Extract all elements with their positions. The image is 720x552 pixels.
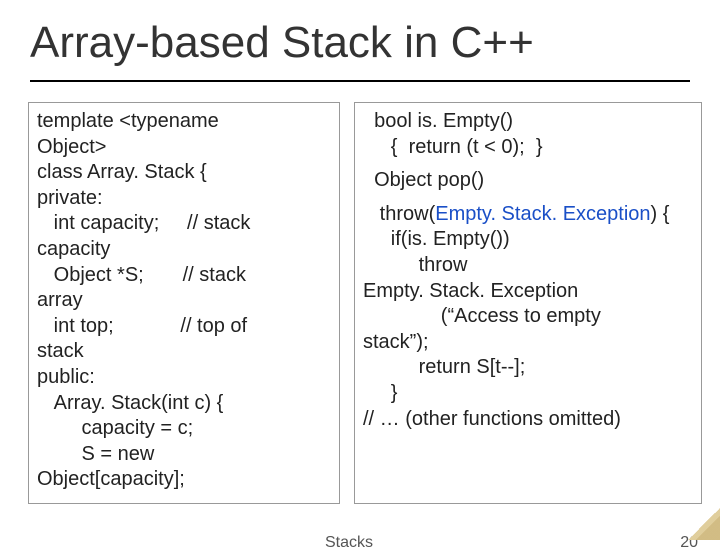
code-line: (“Access to empty	[363, 304, 693, 330]
code-line: Object[capacity];	[37, 467, 331, 493]
code-line: public:	[37, 365, 331, 391]
code-line: throw(Empty. Stack. Exception) {	[363, 202, 693, 228]
code-line: if(is. Empty())	[363, 227, 693, 253]
code-line: int capacity; // stack	[37, 211, 331, 237]
code-line: Empty. Stack. Exception	[363, 279, 693, 305]
code-line: bool is. Empty()	[363, 109, 693, 135]
code-line: Array. Stack(int c) {	[37, 391, 331, 417]
code-left: template <typename Object> class Array. …	[28, 102, 340, 504]
code-line: private:	[37, 186, 331, 212]
code-line: { return (t < 0); }	[363, 135, 693, 161]
code-line: throw	[363, 253, 693, 279]
code-right: bool is. Empty() { return (t < 0); } Obj…	[354, 102, 702, 504]
code-line: class Array. Stack {	[37, 160, 331, 186]
code-line: // … (other functions omitted)	[363, 407, 693, 433]
code-line: capacity	[37, 237, 331, 263]
exception-type: Empty. Stack. Exception	[435, 203, 650, 225]
footer-label: Stacks	[325, 534, 373, 552]
code-line: S = new	[37, 442, 331, 468]
code-line: Object *S; // stack	[37, 263, 331, 289]
code-line: }	[363, 381, 693, 407]
content-area: template <typename Object> class Array. …	[0, 82, 720, 504]
code-line: template <typename	[37, 109, 331, 135]
code-line: Object pop()	[363, 168, 693, 194]
spacer	[363, 194, 693, 202]
code-line: int top; // top of	[37, 314, 331, 340]
slide-title: Array-based Stack in C++	[0, 0, 720, 68]
code-line: array	[37, 288, 331, 314]
code-line: stack”);	[363, 330, 693, 356]
spacer	[363, 160, 693, 168]
code-line: return S[t--];	[363, 355, 693, 381]
code-line: capacity = c;	[37, 416, 331, 442]
code-line: Object>	[37, 135, 331, 161]
code-line: stack	[37, 339, 331, 365]
page-fold-icon	[688, 508, 720, 540]
